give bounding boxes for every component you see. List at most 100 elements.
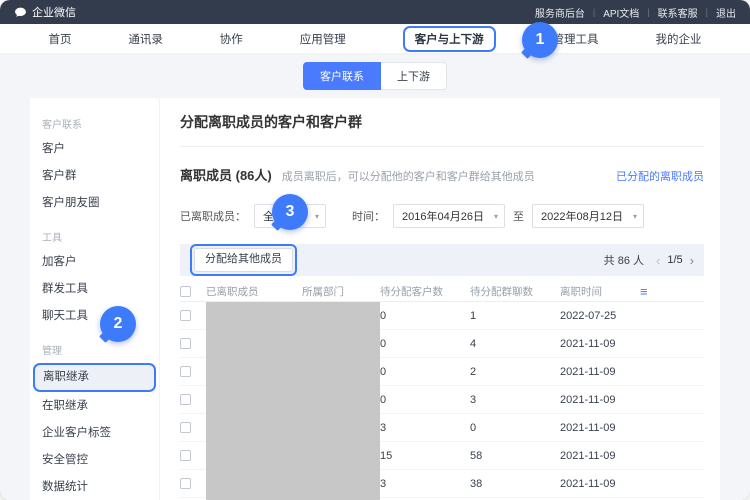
topbar-link[interactable]: 服务商后台	[535, 5, 585, 20]
sidebar-item[interactable]: 安全管控	[30, 447, 159, 474]
row-checkbox-cell	[180, 450, 206, 461]
page-tab[interactable]: 客户联系	[303, 62, 381, 90]
cell-group-count: 2	[470, 366, 560, 378]
brand: 企业微信	[14, 4, 76, 20]
sidebar-item[interactable]: 客户朋友圈	[30, 190, 159, 217]
sidebar-item[interactable]: 群发工具	[30, 276, 159, 303]
annotation-step-1: 1	[522, 22, 558, 58]
sidebar-section-header: 客户联系	[30, 104, 159, 136]
cell-resign-date: 2021-11-09	[560, 450, 640, 462]
select-all-checkbox[interactable]	[180, 286, 191, 297]
section-title: 离职成员 (86人)	[180, 165, 272, 184]
separator: |	[647, 7, 649, 17]
nav-item[interactable]: 首页	[48, 31, 71, 47]
section-description: 成员离职后，可以分配他的客户和客户群给其他成员	[282, 168, 535, 184]
topbar-link[interactable]: 退出	[716, 5, 736, 20]
row-checkbox[interactable]	[180, 422, 191, 433]
row-checkbox[interactable]	[180, 310, 191, 321]
sidebar: 客户联系客户客户群客户朋友圈工具加客户群发工具聊天工具管理离职继承在职继承企业客…	[30, 98, 160, 500]
content-card: 客户联系客户客户群客户朋友圈工具加客户群发工具聊天工具管理离职继承在职继承企业客…	[30, 98, 720, 500]
assigned-members-link[interactable]: 已分配的离职成员	[616, 168, 704, 184]
cell-group-count: 38	[470, 478, 560, 490]
page-tabs: 客户联系上下游	[0, 54, 750, 90]
cell-group-count: 4	[470, 338, 560, 350]
page-title: 分配离职成员的客户和客户群	[180, 106, 704, 147]
topbar-link[interactable]: 联系客服	[658, 5, 698, 20]
sidebar-item[interactable]: 企业客户标签	[30, 420, 159, 447]
header-checkbox-cell	[180, 286, 206, 297]
main-nav: 首页 通讯录 协作 应用管理 客户与上下游 管理工具 我的企业	[0, 24, 750, 54]
column-settings-icon[interactable]: ≡	[640, 284, 648, 299]
privacy-mask	[206, 302, 380, 500]
nav-item[interactable]: 客户与上下游	[403, 26, 496, 52]
assign-to-others-button[interactable]: 分配给其他成员	[194, 248, 293, 271]
topbar-links: 服务商后台|API文档|联系客服|退出	[535, 5, 736, 20]
cell-customer-count: 0	[380, 366, 470, 378]
main-content: 分配离职成员的客户和客户群 离职成员 (86人) 成员离职后，可以分配他的客户和…	[160, 98, 720, 500]
member-filter-label: 已离职成员：	[180, 208, 246, 224]
filters: 已离职成员： 全部 ▾ 时间： 2016年04月26日 ▾ 至 2022年08月…	[180, 204, 704, 228]
cell-resign-date: 2021-11-09	[560, 366, 640, 378]
nav-item[interactable]: 我的企业	[655, 31, 701, 47]
separator: |	[706, 7, 708, 17]
members-table: 已离职成员所属部门待分配客户数待分配群聊数离职时间 ≡ 0 12022-07-25…	[180, 282, 704, 500]
page-indicator: 1/5	[667, 254, 682, 266]
sidebar-item[interactable]: 加客户	[30, 249, 159, 276]
row-checkbox[interactable]	[180, 338, 191, 349]
cell-resign-date: 2021-11-09	[560, 394, 640, 406]
cell-resign-date: 2021-11-09	[560, 478, 640, 490]
app-window: 企业微信 服务商后台|API文档|联系客服|退出 首页通讯录协作应用管理客户与上…	[0, 0, 750, 500]
table-toolbar: 分配给其他成员 共 86 人 ‹ 1/5 ›	[180, 244, 704, 276]
date-from-value: 2016年04月26日	[402, 208, 484, 224]
nav-item[interactable]: 通讯录	[128, 31, 163, 47]
sidebar-item[interactable]: 数据统计	[30, 474, 159, 500]
nav-item[interactable]: 管理工具	[553, 31, 599, 47]
topbar: 企业微信 服务商后台|API文档|联系客服|退出	[0, 0, 750, 24]
row-checkbox-cell	[180, 394, 206, 405]
toolbar-right: 共 86 人 ‹ 1/5 ›	[604, 252, 694, 268]
prev-page-icon[interactable]: ‹	[656, 254, 660, 267]
date-range-to-label: 至	[513, 208, 524, 224]
column-header: 离职时间	[560, 284, 640, 299]
page: 客户联系上下游 客户联系客户客户群客户朋友圈工具加客户群发工具聊天工具管理离职继…	[0, 54, 750, 500]
sidebar-item[interactable]: 客户群	[30, 163, 159, 190]
row-checkbox-cell	[180, 422, 206, 433]
cell-group-count: 1	[470, 310, 560, 322]
row-checkbox[interactable]	[180, 394, 191, 405]
topbar-link[interactable]: API文档	[603, 5, 639, 20]
row-checkbox-cell	[180, 310, 206, 321]
sidebar-item[interactable]: 在职继承	[30, 393, 159, 420]
brand-text: 企业微信	[32, 4, 76, 20]
table-header: 已离职成员所属部门待分配客户数待分配群聊数离职时间 ≡	[180, 282, 704, 302]
caret-down-icon: ▾	[633, 212, 637, 221]
page-tab[interactable]: 上下游	[381, 62, 447, 90]
cell-customer-count: 0	[380, 338, 470, 350]
cell-resign-date: 2021-11-09	[560, 422, 640, 434]
date-to-select[interactable]: 2022年08月12日 ▾	[532, 204, 644, 228]
sidebar-item[interactable]: 聊天工具	[30, 303, 159, 330]
sidebar-section-header: 管理	[30, 330, 159, 362]
row-checkbox[interactable]	[180, 366, 191, 377]
pagination: ‹ 1/5 ›	[656, 254, 694, 267]
nav-item[interactable]: 协作	[220, 31, 243, 47]
date-from-select[interactable]: 2016年04月26日 ▾	[393, 204, 505, 228]
sidebar-item[interactable]: 客户	[30, 136, 159, 163]
nav-item[interactable]: 应用管理	[300, 31, 346, 47]
column-header: 待分配群聊数	[470, 284, 560, 299]
cell-customer-count: 3	[380, 478, 470, 490]
total-count: 共 86 人	[604, 252, 644, 268]
cell-resign-date: 2022-07-25	[560, 310, 640, 322]
row-checkbox-cell	[180, 478, 206, 489]
next-page-icon[interactable]: ›	[690, 254, 694, 267]
cell-customer-count: 0	[380, 394, 470, 406]
cell-customer-count: 15	[380, 450, 470, 462]
time-filter-label: 时间：	[352, 208, 385, 224]
caret-down-icon: ▾	[315, 212, 319, 221]
row-checkbox[interactable]	[180, 478, 191, 489]
sidebar-item[interactable]: 离职继承	[33, 363, 156, 392]
cell-group-count: 58	[470, 450, 560, 462]
caret-down-icon: ▾	[494, 212, 498, 221]
wechat-work-logo-icon	[14, 6, 27, 19]
row-checkbox[interactable]	[180, 450, 191, 461]
row-checkbox-cell	[180, 366, 206, 377]
